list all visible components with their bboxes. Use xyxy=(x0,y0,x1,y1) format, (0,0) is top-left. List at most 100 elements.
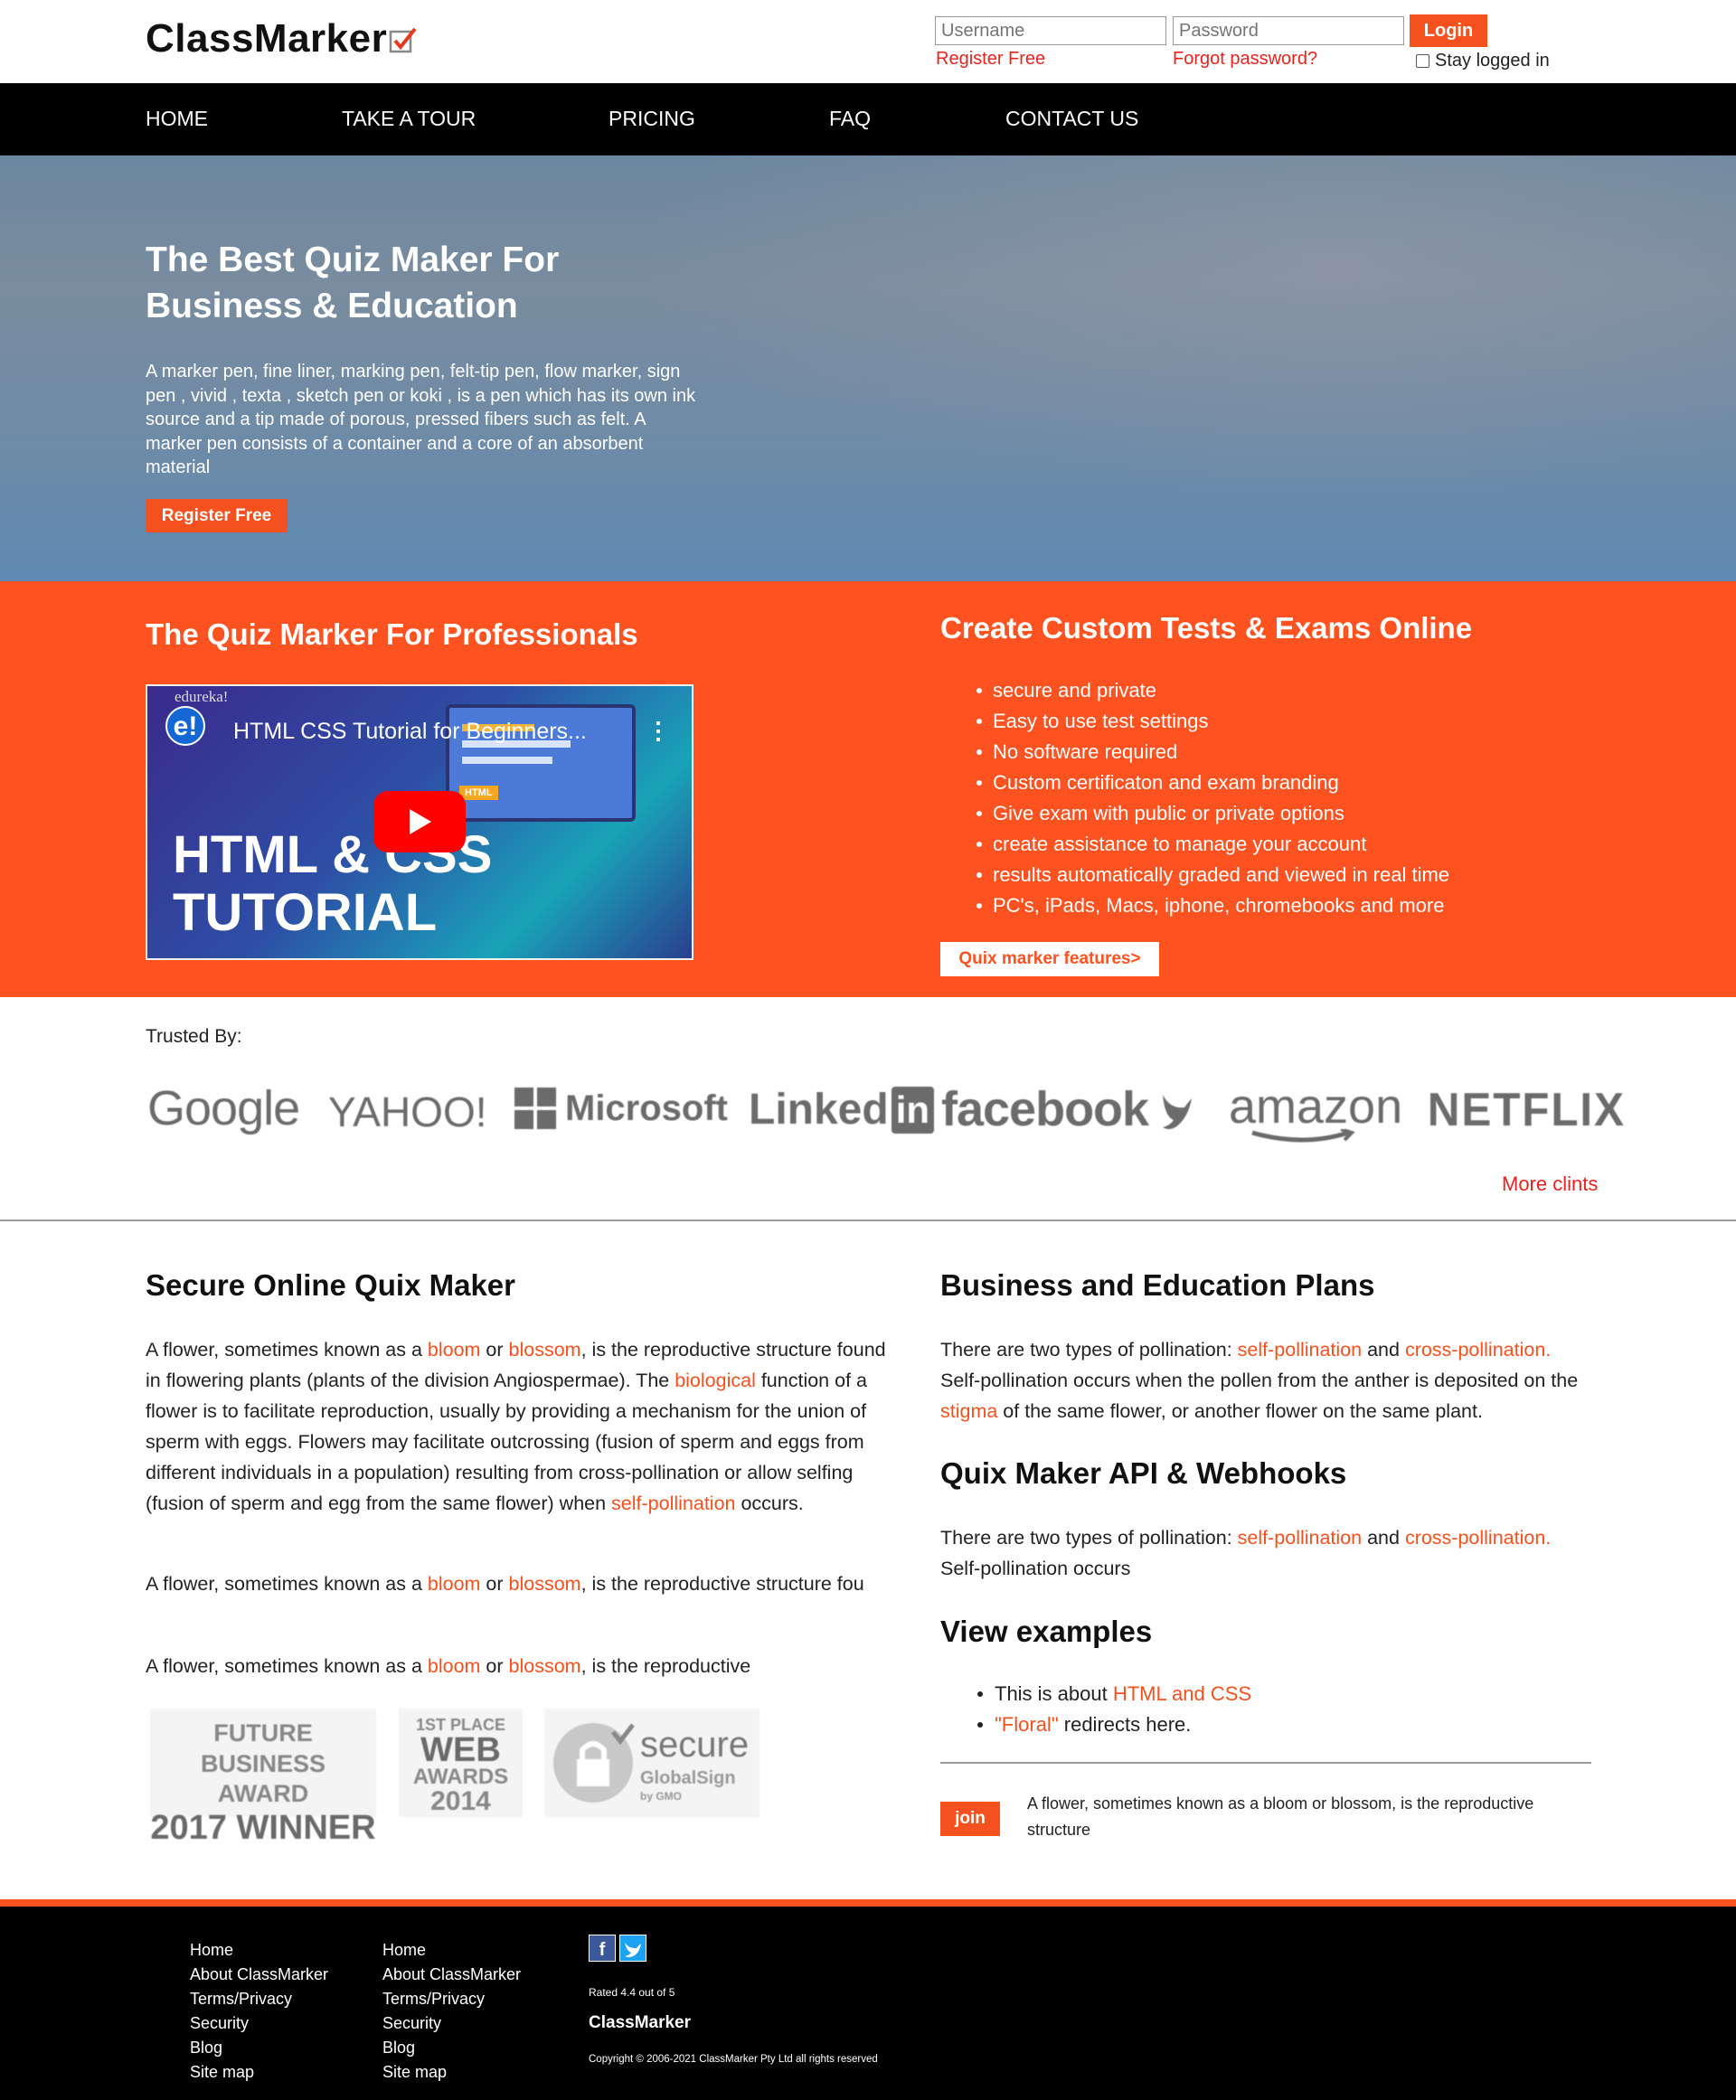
video-embed[interactable]: HTML edureka! e! HTML CSS Tutorial for B… xyxy=(146,684,693,960)
site-logo[interactable]: ClassMarker xyxy=(146,16,418,61)
business-education-plans-title: Business and Education Plans xyxy=(940,1268,1375,1302)
footer-link-terms[interactable]: Terms/Privacy xyxy=(382,1987,521,2011)
secure-paragraph-3: A flower, sometimes known as a bloom or … xyxy=(146,1651,887,1681)
nav-take-a-tour[interactable]: TAKE A TOUR xyxy=(342,107,476,131)
footer-link-about[interactable]: About ClassMarker xyxy=(382,1963,521,1987)
main-nav: HOME TAKE A TOUR PRICING FAQ CONTACT US xyxy=(0,83,1736,155)
stigma-link[interactable]: stigma xyxy=(940,1400,997,1422)
feature-item: Custom certificaton and exam branding xyxy=(940,767,1449,798)
cross-pollination-link[interactable]: cross-pollination. xyxy=(1405,1527,1551,1549)
api-paragraph: There are two types of pollination: self… xyxy=(940,1522,1591,1584)
password-input[interactable] xyxy=(1173,16,1404,45)
feature-item: create assistance to manage your account xyxy=(940,829,1449,860)
nav-pricing[interactable]: PRICING xyxy=(609,107,695,131)
self-pollination-link[interactable]: self-pollination xyxy=(1238,1527,1362,1549)
footer-link-security[interactable]: Security xyxy=(190,2011,328,2036)
thumbnail-line2: TUTORIAL xyxy=(173,883,438,942)
header: ClassMarker Login Register Free Forgot p… xyxy=(0,0,1736,83)
microsoft-windows-icon xyxy=(514,1088,556,1129)
footer-link-terms[interactable]: Terms/Privacy xyxy=(190,1987,328,2011)
twitter-logo xyxy=(1157,1091,1194,1135)
video-title[interactable]: HTML CSS Tutorial for Beginners... xyxy=(233,719,587,745)
bloom-link[interactable]: bloom xyxy=(428,1573,481,1595)
badge-text: GlobalSign xyxy=(640,1768,736,1788)
channel-logo-icon[interactable]: e! xyxy=(165,706,205,746)
text-span: A flower, sometimes known as a xyxy=(146,1339,428,1361)
twitter-bird-icon xyxy=(1163,1095,1192,1129)
bloom-link[interactable]: bloom xyxy=(428,1339,481,1361)
footer-link-sitemap[interactable]: Site map xyxy=(382,2060,521,2085)
checkmark-icon xyxy=(389,18,418,63)
microsoft-text: Microsoft xyxy=(565,1088,728,1128)
text-span: occurs. xyxy=(735,1493,804,1514)
biological-link[interactable]: biological xyxy=(675,1370,756,1391)
forgot-password-link[interactable]: Forgot password? xyxy=(1173,49,1317,70)
more-options-icon[interactable]: ⋮ xyxy=(646,717,670,745)
plans-paragraph: There are two types of pollination: self… xyxy=(940,1334,1591,1427)
footer-link-blog[interactable]: Blog xyxy=(382,2036,521,2060)
blossom-link[interactable]: blossom xyxy=(509,1655,581,1677)
hero-register-button[interactable]: Register Free xyxy=(146,499,288,532)
secure-paragraph-2: A flower, sometimes known as a bloom or … xyxy=(146,1568,887,1599)
feature-item: secure and private xyxy=(940,675,1449,706)
logo-text: ClassMarker xyxy=(146,16,388,61)
twitter-icon[interactable] xyxy=(619,1935,646,1962)
example-item: This is about HTML and CSS xyxy=(940,1679,1251,1709)
api-webhooks-title: Quix Maker API & Webhooks xyxy=(940,1456,1347,1490)
self-pollination-link[interactable]: self-pollination xyxy=(611,1493,735,1514)
facebook-icon[interactable]: f xyxy=(589,1935,616,1962)
text-span: redirects here. xyxy=(1058,1713,1192,1736)
text-span: There are two types of pollination: xyxy=(940,1339,1238,1361)
quiz-marker-features-button[interactable]: Quix marker features> xyxy=(940,942,1159,976)
text-span: or xyxy=(480,1339,509,1361)
footer-link-sitemap[interactable]: Site map xyxy=(190,2060,328,2085)
floral-link[interactable]: "Floral" xyxy=(995,1713,1059,1736)
linkedin-logo: Linked in xyxy=(749,1085,935,1135)
stay-logged-in-checkbox[interactable]: Stay logged in xyxy=(1416,51,1550,71)
register-free-link[interactable]: Register Free xyxy=(936,49,1045,70)
blossom-link[interactable]: blossom xyxy=(509,1573,581,1595)
facebook-logo: facebook xyxy=(941,1082,1149,1136)
more-clients-link[interactable]: More clints xyxy=(1502,1172,1598,1196)
cross-pollination-link[interactable]: cross-pollination. xyxy=(1405,1339,1551,1361)
badge-text: 2014 xyxy=(430,1786,491,1816)
badge-text: AWARD xyxy=(217,1780,309,1807)
footer-link-about[interactable]: About ClassMarker xyxy=(190,1963,328,1987)
hero-title-line1: The Best Quiz Maker For xyxy=(146,240,560,279)
hero-background xyxy=(633,155,1736,499)
nav-home[interactable]: HOME xyxy=(146,107,208,131)
google-logo: Google xyxy=(147,1081,300,1135)
example-item: "Floral" redirects here. xyxy=(940,1709,1251,1740)
footer-accent-bar xyxy=(0,1899,1736,1907)
badge-text: secure xyxy=(640,1725,750,1765)
bloom-link[interactable]: bloom xyxy=(428,1655,481,1677)
hero-title: The Best Quiz Maker For Business & Educa… xyxy=(146,237,688,329)
view-examples-title: View examples xyxy=(940,1615,1153,1648)
footer-link-blog[interactable]: Blog xyxy=(190,2036,328,2060)
hero-description: A marker pen, fine liner, marking pen, f… xyxy=(146,362,696,477)
footer-link-home[interactable]: Home xyxy=(382,1938,521,1963)
login-button[interactable]: Login xyxy=(1410,14,1487,47)
secure-quiz-maker-title: Secure Online Quix Maker xyxy=(146,1268,515,1302)
nav-faq[interactable]: FAQ xyxy=(829,107,871,131)
text-span: Self-pollination occurs when the pollen … xyxy=(940,1370,1579,1391)
checkbox-box[interactable] xyxy=(1416,54,1429,68)
self-pollination-link[interactable]: self-pollination xyxy=(1238,1339,1362,1361)
html-css-link[interactable]: HTML and CSS xyxy=(1113,1682,1251,1705)
join-description: A flower, sometimes known as a bloom or … xyxy=(1027,1794,1534,1839)
footer-link-security[interactable]: Security xyxy=(382,2011,521,2036)
username-input[interactable] xyxy=(935,16,1166,45)
nav-contact-us[interactable]: CONTACT US xyxy=(1005,107,1138,131)
amazon-text: amazon xyxy=(1229,1079,1403,1134)
text-span: , is the reproductive structure fou xyxy=(580,1573,864,1595)
feature-item: PC's, iPads, Macs, iphone, chromebooks a… xyxy=(940,890,1449,921)
text-span: There are two types of pollination: xyxy=(940,1527,1238,1549)
microsoft-logo: Microsoft xyxy=(514,1088,728,1129)
text-span: or xyxy=(480,1655,509,1677)
blossom-link[interactable]: blossom xyxy=(509,1339,581,1361)
text-span: A flower, sometimes known as a xyxy=(146,1573,428,1595)
footer-link-home[interactable]: Home xyxy=(190,1938,328,1963)
join-button[interactable]: join xyxy=(940,1802,1000,1836)
play-button-icon[interactable] xyxy=(373,791,466,852)
features-list: secure and private Easy to use test sett… xyxy=(940,675,1449,921)
